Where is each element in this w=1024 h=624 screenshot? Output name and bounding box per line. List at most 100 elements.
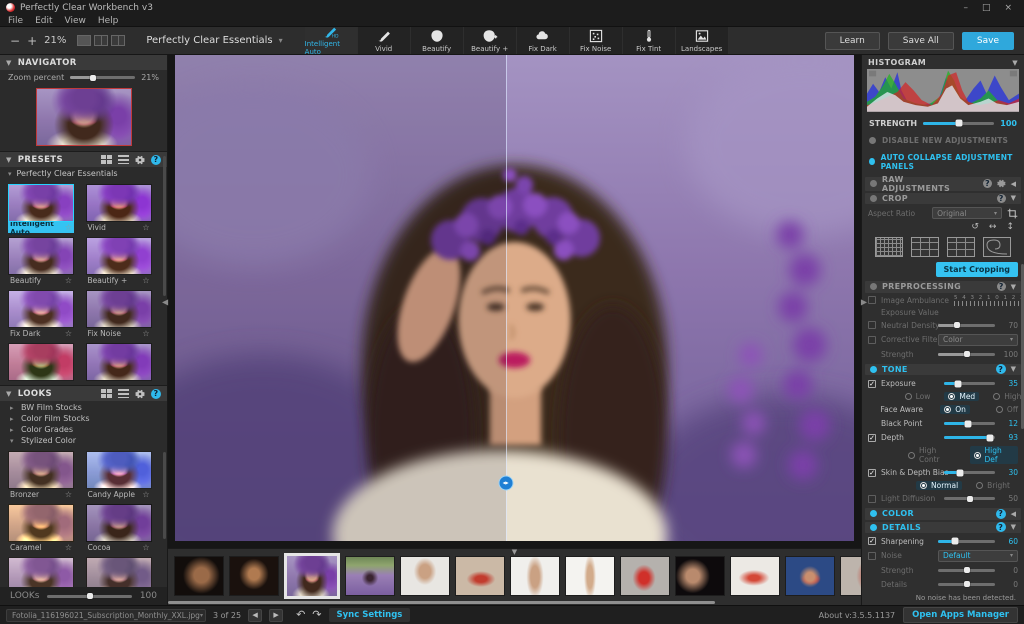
collapse-icon[interactable]: ◀ (1011, 180, 1016, 188)
noise-select[interactable]: Default▾ (938, 550, 1018, 562)
preset-thumbnail-item[interactable] (86, 343, 152, 385)
star-icon[interactable]: ☆ (142, 490, 149, 499)
filmstrip-thumbnail[interactable] (510, 556, 560, 596)
crop-grid-fine-button[interactable] (875, 237, 903, 257)
skin-depth-bias-checkbox[interactable]: ✓ (868, 469, 876, 477)
preset-thumbnail-item[interactable] (8, 343, 74, 385)
neutral-density-checkbox[interactable] (868, 321, 876, 329)
collapse-left-panel-icon[interactable]: ◀ (162, 297, 168, 306)
crop-tool-icon[interactable] (1007, 208, 1018, 219)
radio-option[interactable]: On (940, 405, 970, 414)
start-cropping-button[interactable]: Start Cropping (936, 262, 1018, 277)
toolbar-preset-button[interactable]: Vivid (358, 27, 411, 54)
filmstrip-thumbnail[interactable] (840, 556, 861, 596)
menu-item[interactable]: Edit (35, 16, 52, 26)
toolbar-preset-button[interactable]: Landscapes (676, 27, 729, 54)
color-header[interactable]: COLOR ? ◀ (865, 508, 1021, 519)
light-diffusion-checkbox[interactable] (868, 495, 876, 503)
aspect-ratio-select[interactable]: Original▾ (932, 207, 1002, 219)
preset-thumbnail-item[interactable]: Beautify + ☆ (86, 237, 152, 286)
maximize-button[interactable]: □ (982, 3, 991, 13)
filmstrip-thumbnail[interactable] (345, 556, 395, 596)
preprocessing-header[interactable]: PREPROCESSING ? ▼ (865, 281, 1021, 292)
preset-thumbnail-item[interactable]: Beautify ☆ (8, 237, 74, 286)
preset-thumbnail-item[interactable]: Vivid ☆ (86, 184, 152, 233)
photo[interactable]: ◂▸ (175, 55, 854, 541)
filmstrip-thumbnail[interactable] (620, 556, 670, 596)
help-icon[interactable]: ? (997, 282, 1006, 291)
crop-grid-diagonal-button[interactable] (947, 237, 975, 257)
menu-item[interactable]: File (8, 16, 23, 26)
star-icon[interactable]: ☆ (65, 490, 72, 499)
preset-thumbnail-item[interactable]: Bronzer ☆ (8, 451, 74, 500)
preset-thumbnail-item[interactable]: Fix Noise ☆ (86, 290, 152, 339)
star-icon[interactable]: ☆ (142, 329, 149, 338)
save-all-button[interactable]: Save All (888, 32, 954, 50)
zoom-out-button[interactable]: − (10, 34, 20, 48)
raw-adjustments-header[interactable]: RAW ADJUSTMENTS ? ◀ (865, 177, 1021, 191)
navigator-thumbnail[interactable] (36, 88, 132, 146)
looks-tree-item[interactable]: ▸ Color Grades (0, 424, 167, 435)
radio-option[interactable]: Low (905, 392, 931, 401)
image-ambulance-checkbox[interactable] (868, 296, 876, 304)
tone-header[interactable]: TONE ? ▼ (865, 364, 1021, 375)
noise-strength-slider[interactable] (938, 569, 995, 572)
exposure-checkbox[interactable]: ✓ (868, 380, 876, 388)
presets-header[interactable]: ▼ PRESETS ? (0, 152, 167, 167)
radio-option[interactable]: Bright (976, 481, 1010, 490)
collapse-icon[interactable]: ▼ (1012, 59, 1018, 67)
collapse-right-panel-icon[interactable]: ▶ (861, 297, 867, 306)
depth-slider[interactable] (944, 436, 995, 439)
next-image-button[interactable]: ▶ (269, 609, 283, 622)
star-icon[interactable]: ☆ (142, 223, 149, 232)
noise-details-slider[interactable] (938, 583, 995, 586)
details-header[interactable]: DETAILS ? ▼ (865, 522, 1021, 533)
crop-grid-thirds-button[interactable] (911, 237, 939, 257)
toolbar-preset-button[interactable]: Fix Dark (517, 27, 570, 54)
redo-icon[interactable]: ↷ (312, 610, 321, 620)
sharpening-checkbox[interactable]: ✓ (868, 537, 876, 545)
filmstrip-thumbnail[interactable] (284, 553, 340, 599)
rotate-icon[interactable]: ↺ (971, 222, 979, 232)
presets-scrollbar[interactable] (163, 156, 166, 296)
filmstrip-collapse-icon[interactable]: ▼ (512, 549, 517, 555)
toolbar-preset-button[interactable]: HD Intelligent Auto (305, 27, 358, 54)
save-button[interactable]: Save (962, 32, 1014, 50)
neutral-density-slider[interactable] (938, 324, 995, 327)
radio-option[interactable]: High Contr (908, 446, 956, 464)
menu-item[interactable]: Help (98, 16, 119, 26)
filmstrip-thumbnail[interactable] (174, 556, 224, 596)
looks-strength-slider[interactable] (47, 595, 131, 598)
preset-thumbnail-item[interactable] (86, 557, 152, 587)
star-icon[interactable]: ☆ (65, 276, 72, 285)
collapse-icon[interactable]: ▼ (1011, 365, 1016, 373)
help-icon[interactable]: ? (996, 364, 1006, 374)
preset-thumbnail-item[interactable]: Cocoa ☆ (86, 504, 152, 553)
looks-scrollbar[interactable] (163, 452, 166, 540)
corrective-filter-checkbox[interactable] (868, 336, 876, 344)
close-button[interactable]: × (1004, 3, 1012, 13)
filmstrip-thumbnail[interactable] (565, 556, 615, 596)
noise-checkbox[interactable] (868, 552, 876, 560)
corrective-filter-select[interactable]: Color▾ (938, 334, 1018, 346)
exposure-slider[interactable] (944, 382, 995, 385)
disable-new-adjustments-toggle[interactable]: DISABLE NEW ADJUSTMENTS (862, 132, 1024, 149)
gear-icon[interactable] (135, 155, 145, 165)
list-view-icon[interactable] (118, 155, 129, 164)
before-after-divider[interactable] (506, 55, 507, 541)
radio-option[interactable]: High Def (970, 446, 1018, 464)
radio-option[interactable]: Off (996, 405, 1018, 414)
black-point-slider[interactable] (944, 422, 995, 425)
strength-slider[interactable] (923, 122, 994, 125)
crop-header[interactable]: CROP ? ▼ (865, 193, 1021, 204)
toolbar-preset-button[interactable]: Fix Noise (570, 27, 623, 54)
collapse-icon[interactable]: ◀ (1011, 510, 1016, 518)
radio-option[interactable]: High (993, 392, 1021, 401)
help-icon[interactable]: ? (996, 522, 1006, 532)
help-icon[interactable]: ? (997, 194, 1006, 203)
skin-depth-bias-slider[interactable] (944, 471, 995, 474)
navigator-header[interactable]: ▼ NAVIGATOR (0, 55, 167, 70)
looks-tree-item[interactable]: ▸ Color Film Stocks (0, 413, 167, 424)
preset-thumbnail-item[interactable]: Candy Apple ☆ (86, 451, 152, 500)
gear-icon[interactable] (135, 389, 145, 399)
